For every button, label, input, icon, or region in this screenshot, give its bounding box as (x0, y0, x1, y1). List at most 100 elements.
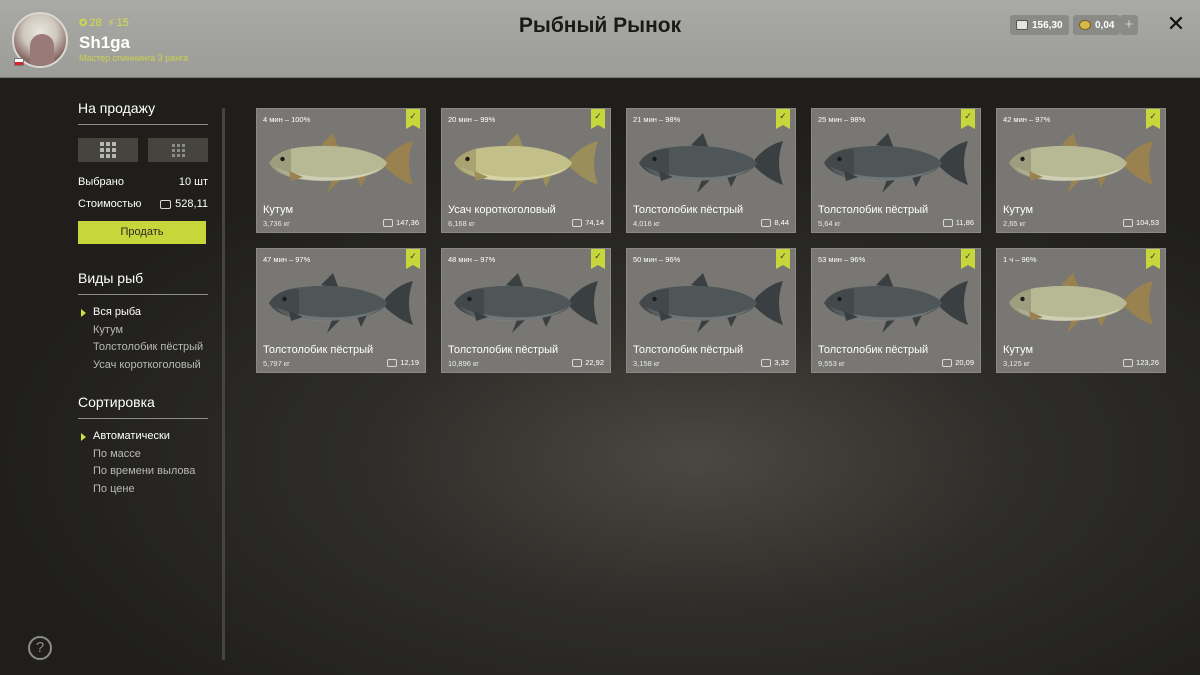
fish-price-value: 147,36 (396, 218, 419, 227)
fish-price: 20,09 (942, 358, 974, 367)
sell-button[interactable]: Продать (78, 221, 206, 244)
sidebar: На продажу Выбрано 10 шт Стоимостью 528,… (78, 100, 208, 500)
fish-card[interactable]: 42 мин – 97% ✓ Кутум 2,65 кг 104,53 (996, 108, 1166, 233)
fish-card[interactable]: 25 мин – 98% ✓ Толстолобик пёстрый 5,64 … (811, 108, 981, 233)
catch-time: 21 мин – 98% (633, 115, 681, 124)
small-grid-view-button[interactable] (148, 138, 208, 162)
sort-option-item[interactable]: Автоматически (78, 430, 208, 448)
money-icon (387, 358, 398, 367)
fish-name: Толстолобик пёстрый (263, 344, 374, 356)
selected-check-icon[interactable]: ✓ (776, 249, 790, 269)
help-button[interactable]: ? (28, 636, 52, 660)
fish-price: 74,14 (572, 218, 604, 227)
avatar-figure (30, 34, 54, 66)
gold-balance: 0,04 (1073, 15, 1121, 35)
barbel-fish-icon (454, 133, 598, 193)
fish-price: 3,32 (761, 358, 789, 367)
player-rank: Мастер спиннинга 3 ранга (79, 53, 189, 63)
small-grid-icon (171, 143, 185, 157)
species-filter-item[interactable]: Кутум (78, 324, 208, 342)
selected-label: Выбрано (78, 176, 124, 188)
view-toggles (78, 138, 208, 162)
species-filter-item[interactable]: Усач короткоголовый (78, 359, 208, 377)
money-icon (761, 218, 772, 227)
add-currency-button[interactable]: + (1120, 15, 1138, 35)
carp-fish-icon (639, 273, 783, 333)
fish-name: Кутум (263, 204, 294, 216)
for-sale-title: На продажу (78, 100, 208, 125)
large-grid-view-button[interactable] (78, 138, 138, 162)
catch-time: 25 мин – 98% (818, 115, 866, 124)
fish-name: Кутум (1003, 204, 1034, 216)
fish-name: Толстолобик пёстрый (633, 204, 744, 216)
selected-value: 10 шт (178, 176, 208, 188)
selected-check-icon[interactable]: ✓ (961, 109, 975, 129)
fish-card[interactable]: 50 мин – 96% ✓ Толстолобик пёстрый 3,158… (626, 248, 796, 373)
money-icon (1123, 218, 1134, 227)
kutum-fish-icon (269, 133, 413, 193)
fish-price-value: 22,92 (585, 358, 604, 367)
selected-check-icon[interactable]: ✓ (591, 109, 605, 129)
fish-card[interactable]: 1 ч – 96% ✓ Кутум 3,125 кг 123,26 (996, 248, 1166, 373)
catch-time: 53 мин – 96% (818, 255, 866, 264)
country-flag-icon (14, 58, 24, 66)
species-filter-item[interactable]: Толстолобик пёстрый (78, 341, 208, 359)
catch-time: 42 мин – 97% (1003, 115, 1051, 124)
carp-fish-icon (269, 273, 413, 333)
fish-name: Толстолобик пёстрый (818, 204, 929, 216)
large-grid-icon (100, 142, 116, 158)
top-bar: ✪ 28 ⚡ 15 Sh1ga Мастер спиннинга 3 ранга Р… (0, 0, 1200, 78)
gold-value: 0,04 (1095, 19, 1115, 31)
selected-check-icon[interactable]: ✓ (1146, 249, 1160, 269)
money-icon (942, 358, 953, 367)
fish-card[interactable]: 47 мин – 97% ✓ Толстолобик пёстрый 5,797… (256, 248, 426, 373)
kutum-fish-icon (1009, 273, 1153, 333)
catch-time: 1 ч – 96% (1003, 255, 1037, 264)
fish-weight: 3,125 кг (1003, 359, 1030, 368)
species-title: Виды рыб (78, 270, 208, 295)
fish-price: 123,26 (1123, 358, 1159, 367)
fish-price-value: 3,32 (774, 358, 789, 367)
sort-title: Сортировка (78, 394, 208, 419)
fish-card[interactable]: 4 мин – 100% ✓ Кутум 3,736 кг 147,36 (256, 108, 426, 233)
fish-price: 147,36 (383, 218, 419, 227)
fish-weight: 5,797 кг (263, 359, 290, 368)
cost-label: Стоимостью (78, 198, 142, 210)
fish-weight: 3,158 кг (633, 359, 660, 368)
fish-weight: 5,64 кг (818, 219, 841, 228)
fish-price: 12,19 (387, 358, 419, 367)
carp-fish-icon (454, 273, 598, 333)
fish-card[interactable]: 20 мин – 99% ✓ Усач короткоголовый 6,168… (441, 108, 611, 233)
selected-check-icon[interactable]: ✓ (591, 249, 605, 269)
close-button[interactable]: ✕ (1165, 12, 1187, 36)
selected-check-icon[interactable]: ✓ (406, 249, 420, 269)
money-icon (942, 218, 953, 227)
money-icon (383, 218, 394, 227)
money-balance: 156,30 (1010, 15, 1069, 35)
fish-weight: 3,736 кг (263, 219, 290, 228)
fish-card[interactable]: 48 мин – 97% ✓ Толстолобик пёстрый 10,89… (441, 248, 611, 373)
fish-name: Усач короткоголовый (448, 204, 556, 216)
fish-price-value: 123,26 (1136, 358, 1159, 367)
fish-price-value: 20,09 (955, 358, 974, 367)
fish-card[interactable]: 21 мин – 98% ✓ Толстолобик пёстрый 4,016… (626, 108, 796, 233)
selected-check-icon[interactable]: ✓ (961, 249, 975, 269)
catch-time: 47 мин – 97% (263, 255, 311, 264)
fish-price: 8,44 (761, 218, 789, 227)
fish-price: 11,86 (942, 218, 974, 227)
catch-time: 50 мин – 96% (633, 255, 681, 264)
selected-check-icon[interactable]: ✓ (406, 109, 420, 129)
selected-check-icon[interactable]: ✓ (1146, 109, 1160, 129)
species-filter-list: Вся рыба Кутум Толстолобик пёстрый Усач кор… (78, 306, 208, 376)
carp-fish-icon (824, 273, 968, 333)
selected-row: Выбрано 10 шт (78, 176, 208, 188)
sort-option-item[interactable]: По массе (78, 448, 208, 466)
fish-card[interactable]: 53 мин – 96% ✓ Толстолобик пёстрый 9,553… (811, 248, 981, 373)
money-icon (572, 358, 583, 367)
carp-fish-icon (639, 133, 783, 193)
sidebar-divider (222, 108, 225, 660)
selected-check-icon[interactable]: ✓ (776, 109, 790, 129)
sort-option-item[interactable]: По цене (78, 483, 208, 501)
sort-option-item[interactable]: По времени вылова (78, 465, 208, 483)
species-filter-item[interactable]: Вся рыба (78, 306, 208, 324)
